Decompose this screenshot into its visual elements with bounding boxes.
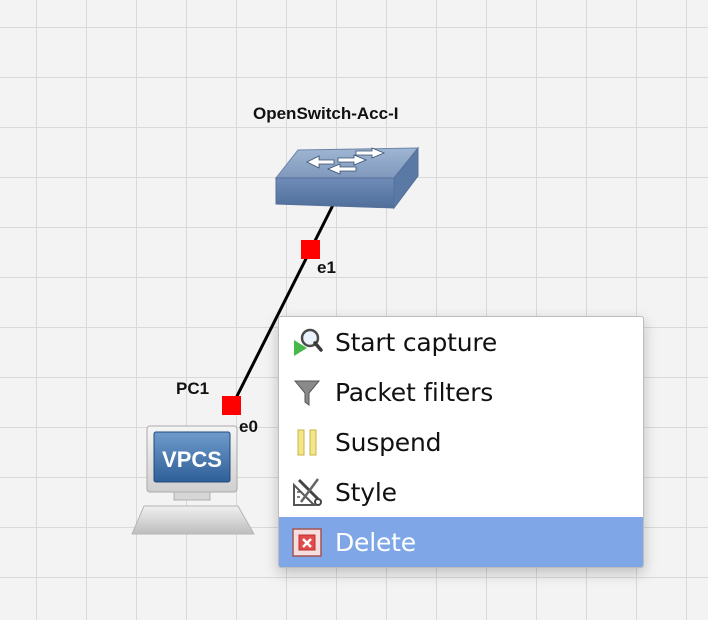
switch-icon[interactable] [274, 146, 420, 212]
port-status-indicator [301, 240, 320, 259]
port-status-indicator [222, 396, 241, 415]
menu-item-start-capture[interactable]: Start capture [279, 317, 643, 367]
start-capture-icon [291, 326, 323, 358]
delete-icon [291, 526, 323, 558]
menu-item-style[interactable]: Style [279, 467, 643, 517]
pc-label[interactable]: PC1 [176, 379, 209, 399]
menu-item-label: Delete [335, 527, 416, 557]
menu-item-delete[interactable]: Delete [279, 517, 643, 567]
menu-item-suspend[interactable]: Suspend [279, 417, 643, 467]
port-label-e1: e1 [317, 258, 336, 277]
packet-filter-icon [291, 376, 323, 408]
vpcs-screen-text: VPCS [162, 447, 222, 472]
menu-item-label: Start capture [335, 327, 498, 357]
switch-label[interactable]: OpenSwitch-Acc-I [253, 104, 398, 124]
menu-item-label: Packet filters [335, 377, 494, 407]
vpcs-computer-icon[interactable]: VPCS [130, 420, 260, 538]
suspend-icon [291, 426, 323, 458]
menu-item-packet-filters[interactable]: Packet filters [279, 367, 643, 417]
menu-item-label: Suspend [335, 427, 442, 457]
style-icon [291, 476, 323, 508]
context-menu: Start capture Packet filters Suspend Sty… [278, 316, 644, 568]
menu-item-label: Style [335, 477, 397, 507]
